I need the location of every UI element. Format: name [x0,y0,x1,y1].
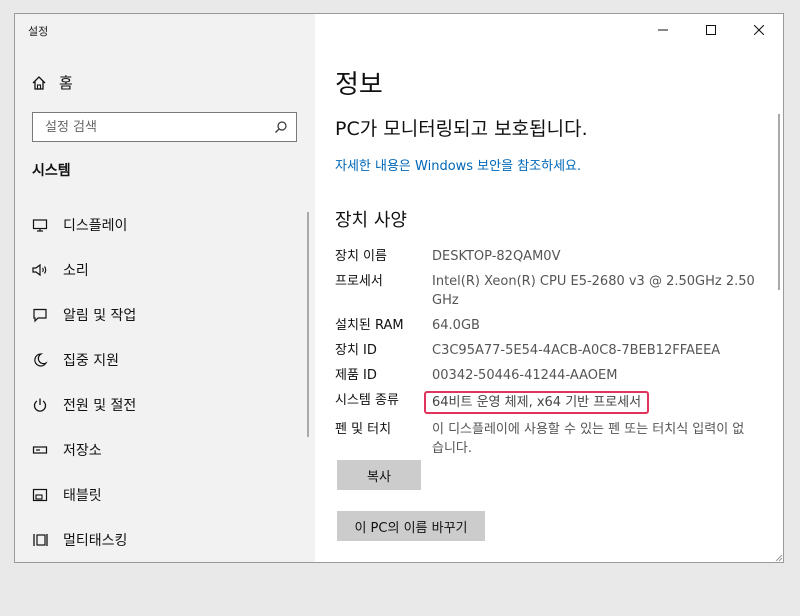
sidebar-scrollbar[interactable] [307,212,309,437]
sidebar-item-sound[interactable]: 소리 [15,247,315,292]
sidebar-nav: 디스플레이 소리 알림 및 작업 집중 지원 전원 및 절전 저장소 태블릿 멀… [15,202,315,562]
monitor-icon [31,216,49,234]
spec-key: 프로세서 [335,274,383,289]
spec-key: 장치 ID [335,343,377,358]
spec-key: 제품 ID [335,368,377,383]
sidebar-item-label: 태블릿 [63,487,102,504]
spec-row-ram: 설치된 RAM 64.0GB [335,316,755,335]
moon-icon [31,351,49,369]
page-title: 정보 [335,70,383,100]
spec-row-device-id: 장치 ID C3C95A77-5E54-4ACB-A0C8-7BEB12FFAE… [335,341,755,360]
spec-value-wrap: 64비트 운영 체제, x64 기반 프로세서 [424,391,755,414]
sidebar-home[interactable]: 홈 [31,72,73,93]
sidebar-item-label: 알림 및 작업 [63,307,137,324]
device-specs-title: 장치 사양 [335,210,407,231]
sidebar-item-label: 디스플레이 [63,217,128,234]
maximize-button[interactable] [687,14,735,46]
sidebar-item-label: 저장소 [63,442,102,459]
close-icon [754,25,764,35]
spec-value: Intel(R) Xeon(R) CPU E5-2680 v3 @ 2.50GH… [432,274,755,308]
resize-grip-icon[interactable] [773,552,783,562]
power-icon [31,396,49,414]
app-title: 설정 [28,25,49,38]
sidebar-item-multitasking[interactable]: 멀티태스킹 [15,517,315,562]
maximize-icon [706,25,716,35]
spec-value: 00342-50446-41244-AAOEM [432,368,618,383]
copy-button[interactable]: 복사 [337,460,421,490]
sidebar-section-title: 시스템 [32,163,71,179]
sidebar-item-power[interactable]: 전원 및 절전 [15,382,315,427]
spec-row-processor: 프로세서 Intel(R) Xeon(R) CPU E5-2680 v3 @ 2… [335,272,755,310]
storage-icon [31,441,49,459]
windows-security-link[interactable]: 자세한 내용은 Windows 보안을 참조하세요. [335,155,581,174]
rename-pc-button[interactable]: 이 PC의 이름 바꾸기 [337,511,485,541]
spec-key: 펜 및 터치 [335,422,392,437]
window-controls [639,14,783,46]
spec-row-system-type: 시스템 종류 64비트 운영 체제, x64 기반 프로세서 [335,391,755,414]
notification-icon [31,306,49,324]
search-box[interactable] [32,112,297,142]
spec-value: 64.0GB [432,318,480,333]
spec-row-device-name: 장치 이름 DESKTOP-82QAM0V [335,247,755,266]
minimize-button[interactable] [639,14,687,46]
spec-key: 시스템 종류 [335,393,399,408]
tablet-icon [31,486,49,504]
search-input[interactable] [43,118,267,136]
spec-key: 설치된 RAM [335,318,404,333]
search-icon[interactable] [274,120,288,134]
home-icon [32,75,46,90]
device-specs-table: 장치 이름 DESKTOP-82QAM0V 프로세서 Intel(R) Xeon… [335,247,755,464]
close-button[interactable] [735,14,783,46]
spec-row-product-id: 제품 ID 00342-50446-41244-AAOEM [335,366,755,385]
spec-key: 장치 이름 [335,249,387,264]
home-label: 홈 [59,74,73,92]
sidebar-item-label: 소리 [63,262,89,279]
sidebar-item-display[interactable]: 디스플레이 [15,202,315,247]
settings-window: 설정 홈 시스템 [14,13,784,563]
speaker-icon [31,261,49,279]
sidebar-item-notifications[interactable]: 알림 및 작업 [15,292,315,337]
spec-row-pen-touch: 펜 및 터치 이 디스플레이에 사용할 수 있는 펜 또는 터치식 입력이 없습… [335,420,755,458]
main-content: 정보 PC가 모니터링되고 보호됩니다. 자세한 내용은 Windows 보안을… [315,14,783,562]
screenshot-frame: 설정 홈 시스템 [0,0,800,616]
sidebar: 설정 홈 시스템 [15,14,315,562]
sidebar-item-focus-assist[interactable]: 집중 지원 [15,337,315,382]
sidebar-item-label: 집중 지원 [63,352,119,369]
sidebar-item-storage[interactable]: 저장소 [15,427,315,472]
sidebar-item-label: 전원 및 절전 [63,397,137,414]
spec-value: 이 디스플레이에 사용할 수 있는 펜 또는 터치식 입력이 없습니다. [432,422,745,456]
spec-value: DESKTOP-82QAM0V [432,249,561,264]
multitasking-icon [31,531,49,549]
minimize-icon [658,29,668,31]
sidebar-item-label: 멀티태스킹 [63,532,128,549]
sidebar-item-tablet[interactable]: 태블릿 [15,472,315,517]
protection-status: PC가 모니터링되고 보호됩니다. [335,118,588,140]
main-scrollbar[interactable] [778,114,780,290]
highlighted-system-type: 64비트 운영 체제, x64 기반 프로세서 [424,391,650,414]
spec-value: C3C95A77-5E54-4ACB-A0C8-7BEB12FFAEEA [432,343,721,358]
